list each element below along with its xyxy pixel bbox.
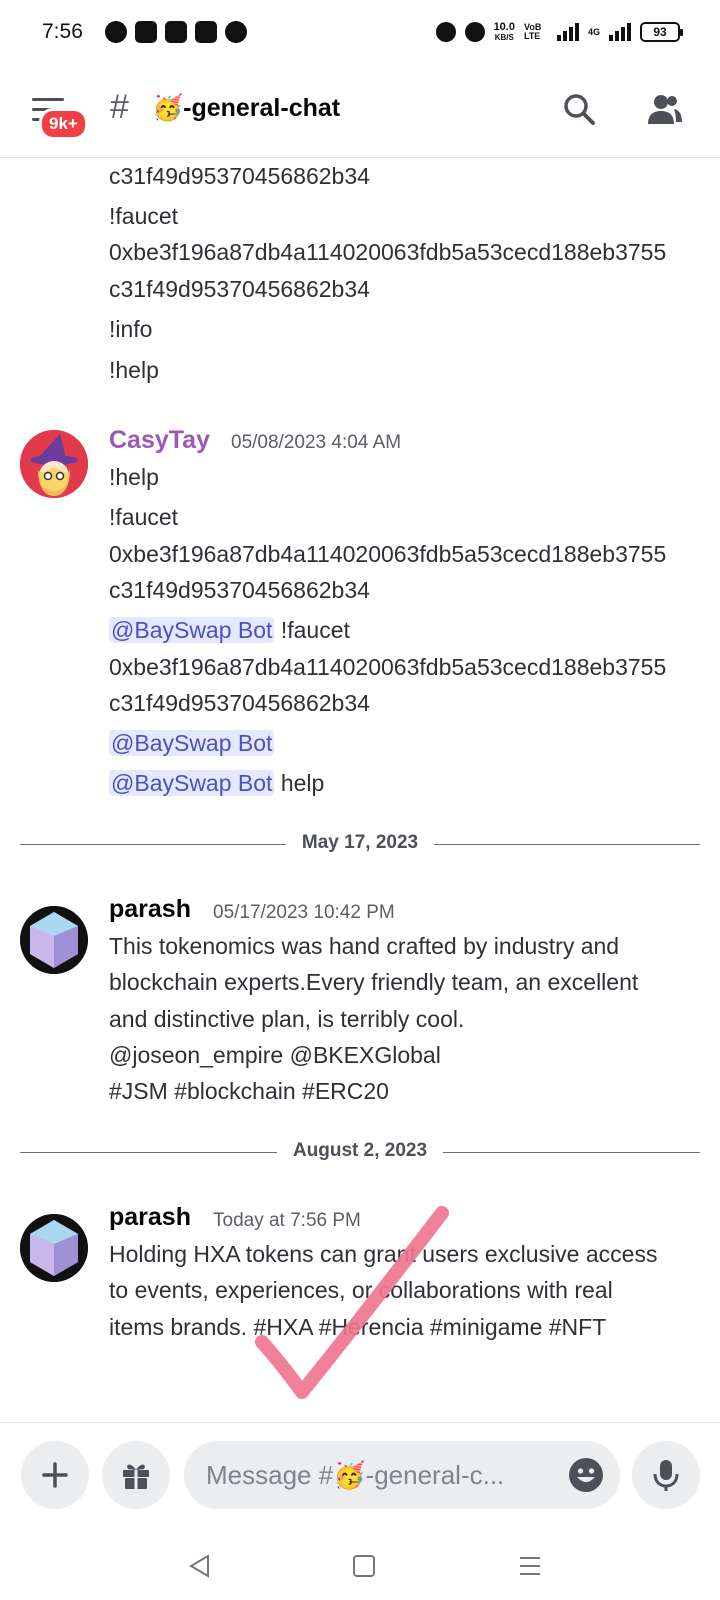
user-mention[interactable]: @BaySwap Bot <box>109 730 275 756</box>
unread-badge: 9k+ <box>39 108 88 140</box>
menu-button[interactable]: 9k+ <box>30 96 88 140</box>
message-line: Holding HXA tokens can grant users exclu… <box>109 1241 658 1267</box>
message-line: @BaySwap Bot help <box>109 770 325 796</box>
search-icon <box>564 94 595 125</box>
message-line: to events, experiences, or collaboration… <box>109 1277 613 1303</box>
discord-icon <box>134 21 157 43</box>
message-line: c31f49d95370456862b34 <box>109 163 370 189</box>
channel-hash-icon: # <box>110 88 129 126</box>
gem-avatar-image <box>20 1214 88 1282</box>
user-mention[interactable]: @BaySwap Bot <box>109 770 275 796</box>
status-bar: 7:56 10.0 KB/S VoB LTE 4G 93 <box>0 0 720 64</box>
message-line: c31f49d95370456862b34 <box>109 577 370 603</box>
app-icon <box>224 21 247 43</box>
channel-name[interactable]: 🥳-general-chat <box>152 94 340 123</box>
volte-indicator: VoB LTE <box>523 22 542 41</box>
message-line: @joseon_empire @BKEXGlobal <box>109 1042 441 1068</box>
message-input[interactable]: Message #🥳-general-c... <box>184 1441 620 1509</box>
back-icon <box>189 1554 209 1578</box>
plus-icon <box>42 1462 68 1488</box>
avatar[interactable] <box>20 1214 88 1282</box>
linkedin-icon <box>194 21 217 43</box>
network-speed: 10.0 KB/S <box>493 20 515 42</box>
emoji-icon <box>569 1458 603 1492</box>
members-button[interactable] <box>644 90 684 130</box>
date-divider: May 17, 2023 <box>20 832 700 856</box>
status-time: 7:56 <box>42 20 83 43</box>
search-button[interactable] <box>560 90 600 130</box>
gift-button[interactable] <box>102 1441 170 1509</box>
message-line: #JSM #blockchain #ERC20 <box>109 1078 389 1104</box>
message-line: 0xbe3f196a87db4a114020063fdb5a53cecd188e… <box>109 541 667 567</box>
message-line: c31f49d95370456862b34 <box>109 276 370 302</box>
message-line: !info <box>109 316 153 342</box>
mute-icon <box>464 22 485 42</box>
network-type: 4G <box>587 27 600 37</box>
message-line: items brands. #HXA #Herencia #minigame #… <box>109 1314 607 1340</box>
youtube-icon <box>164 21 187 43</box>
username[interactable]: CasyTay <box>109 426 210 455</box>
message-line: @BaySwap Bot !faucet <box>109 617 350 643</box>
message-line: @BaySwap Bot <box>109 730 275 757</box>
back-button[interactable] <box>186 1552 214 1580</box>
telegram-icon <box>104 21 127 43</box>
message-line: 0xbe3f196a87db4a114020063fdb5a53cecd188e… <box>109 239 667 265</box>
add-attachment-button[interactable] <box>21 1441 89 1509</box>
home-icon <box>353 1555 375 1577</box>
battery-indicator: 93 <box>640 22 683 42</box>
emoji-button[interactable] <box>568 1457 604 1493</box>
username[interactable]: parash <box>109 1203 191 1232</box>
recents-button[interactable] <box>516 1552 544 1580</box>
signal-icon-2 <box>609 23 631 41</box>
status-right: 10.0 KB/S VoB LTE 4G 93 <box>435 20 683 43</box>
avatar[interactable] <box>20 906 88 974</box>
message-placeholder: Message #🥳-general-c... <box>206 1459 505 1490</box>
signal-icon <box>556 23 579 41</box>
home-button[interactable] <box>350 1552 378 1580</box>
avatar[interactable] <box>20 430 88 498</box>
username[interactable]: parash <box>109 895 191 924</box>
message-line: This tokenomics was hand crafted by indu… <box>109 933 620 959</box>
alarm-icon <box>435 22 456 42</box>
channel-header: 9k+ # 🥳-general-chat <box>0 64 720 158</box>
notification-icons <box>104 21 247 43</box>
message-line: !help <box>109 357 159 383</box>
message-timestamp: Today at 7:56 PM <box>213 1210 361 1231</box>
message-timestamp: 05/08/2023 4:04 AM <box>231 432 402 453</box>
message-line: !help <box>109 464 159 490</box>
message-line: 0xbe3f196a87db4a114020063fdb5a53cecd188e… <box>109 654 667 680</box>
voice-message-button[interactable] <box>632 1441 700 1509</box>
gift-icon <box>123 1464 149 1489</box>
message-composer: Message #🥳-general-c... <box>0 1422 720 1532</box>
mic-icon <box>653 1460 679 1491</box>
message-timestamp: 05/17/2023 10:42 PM <box>213 902 395 923</box>
witch-avatar-image <box>20 430 88 498</box>
message-list[interactable]: c31f49d95370456862b34 !faucet 0xbe3f196a… <box>0 159 720 1421</box>
message-line: and distinctive plan, is terribly cool. <box>109 1006 465 1032</box>
message-line: c31f49d95370456862b34 <box>109 690 370 716</box>
gem-avatar-image <box>20 906 88 974</box>
members-icon <box>648 95 682 124</box>
date-divider: August 2, 2023 <box>20 1140 700 1164</box>
user-mention[interactable]: @BaySwap Bot <box>109 617 275 643</box>
message-line: !faucet <box>109 203 179 229</box>
message-line: blockchain experts.Every friendly team, … <box>109 969 639 995</box>
system-navigation-bar <box>0 1532 720 1600</box>
message-line: !faucet <box>109 504 179 530</box>
recents-icon <box>520 1557 540 1575</box>
